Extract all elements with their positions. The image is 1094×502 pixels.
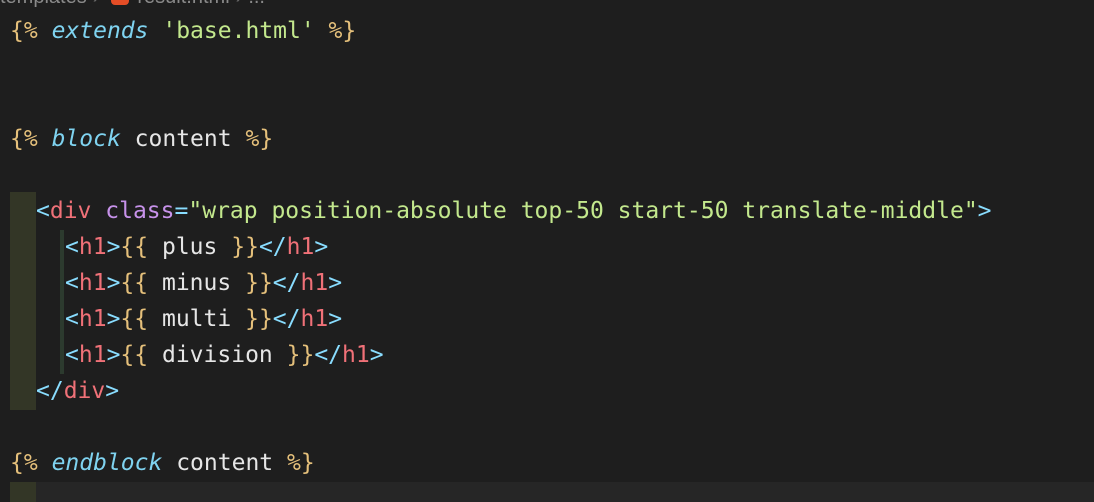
template-tag-open: {% (10, 450, 38, 476)
attribute-equals: = (174, 198, 189, 224)
template-keyword: block (51, 126, 121, 152)
tag-bracket: > (106, 306, 121, 332)
variable-close: }} (245, 306, 273, 332)
tag-name: h1 (78, 306, 107, 332)
variable-open: {{ (120, 306, 149, 332)
template-tag-close: %} (245, 126, 274, 152)
template-tag-close: %} (287, 450, 315, 476)
tag-bracket: < (36, 198, 50, 224)
tag-bracket: > (106, 270, 121, 296)
tag-name: h1 (300, 270, 329, 296)
tag-bracket: < (65, 234, 79, 260)
attribute-name: class (105, 198, 175, 224)
tag-name: div (63, 378, 106, 404)
tag-name: h1 (342, 342, 370, 368)
template-variable: plus (161, 234, 218, 260)
attribute-value: "wrap position-absolute top-50 start-50 … (188, 198, 978, 224)
template-variable: division (161, 342, 273, 368)
tag-bracket: </ (258, 234, 287, 260)
tag-name: h1 (78, 234, 107, 260)
code-line-h1[interactable]: <h1>{{ minus }}</h1> (65, 267, 342, 299)
tag-bracket: < (65, 342, 79, 368)
breadcrumb-file[interactable]: result.html (137, 0, 229, 8)
tag-bracket: > (977, 198, 992, 224)
breadcrumb-symbol[interactable]: ... (248, 0, 265, 8)
template-variable: minus (161, 270, 232, 296)
chevron-right-icon: › (93, 0, 100, 8)
code-line-extends[interactable]: {% extends 'base.html' %} (10, 15, 356, 47)
variable-close: }} (245, 270, 273, 296)
tag-bracket: </ (314, 342, 343, 368)
template-keyword: endblock (51, 450, 163, 476)
tag-name: h1 (286, 234, 315, 260)
indent-guide (60, 230, 64, 374)
tag-bracket: </ (272, 270, 301, 296)
tag-bracket: > (105, 378, 120, 404)
tag-bracket: > (328, 270, 343, 296)
block-name: content (134, 126, 232, 152)
indent-guide (10, 482, 36, 502)
tag-bracket: > (328, 306, 343, 332)
template-tag-open: {% (10, 126, 38, 152)
code-line-div-open[interactable]: <div class="wrap position-absolute top-5… (36, 195, 992, 227)
tag-bracket: > (106, 234, 121, 260)
variable-open: {{ (120, 342, 149, 368)
template-tag-close: %} (328, 18, 357, 44)
template-keyword: extends (51, 18, 149, 44)
tag-bracket: </ (272, 306, 301, 332)
variable-open: {{ (120, 270, 149, 296)
indent-guide (10, 192, 36, 410)
variable-close: }} (286, 342, 315, 368)
breadcrumb-folder[interactable]: templates (0, 0, 87, 8)
tag-name: h1 (78, 270, 107, 296)
tag-bracket: > (369, 342, 384, 368)
tag-bracket: < (65, 306, 79, 332)
code-line-h1[interactable]: <h1>{{ plus }}</h1> (65, 231, 328, 263)
code-line-endblock[interactable]: {% endblock content %} (10, 447, 315, 479)
variable-open: {{ (120, 234, 149, 260)
tag-bracket: </ (36, 378, 64, 404)
code-editor[interactable]: templates › result.html ›... {% extends 'ba… (0, 0, 1094, 502)
variable-close: }} (231, 234, 259, 260)
template-variable: multi (161, 306, 232, 332)
tag-bracket: > (106, 342, 121, 368)
block-name: content (176, 450, 274, 476)
tag-bracket: > (314, 234, 329, 260)
code-line-h1[interactable]: <h1>{{ division }}</h1> (65, 339, 384, 371)
tag-name: div (49, 198, 92, 224)
code-line-div-close[interactable]: </div> (36, 375, 119, 407)
code-line-block[interactable]: {% block content %} (10, 123, 273, 155)
tag-name: h1 (300, 306, 329, 332)
tag-bracket: < (65, 270, 79, 296)
html-file-icon (111, 0, 130, 5)
chevron-right-icon: › (236, 0, 243, 8)
code-line-h1[interactable]: <h1>{{ multi }}</h1> (65, 303, 342, 335)
current-line-highlight (36, 482, 1094, 502)
string-literal: 'base.html' (162, 18, 315, 44)
breadcrumb: templates › result.html ›... (0, 0, 265, 8)
tag-name: h1 (78, 342, 107, 368)
template-tag-open: {% (10, 18, 38, 44)
